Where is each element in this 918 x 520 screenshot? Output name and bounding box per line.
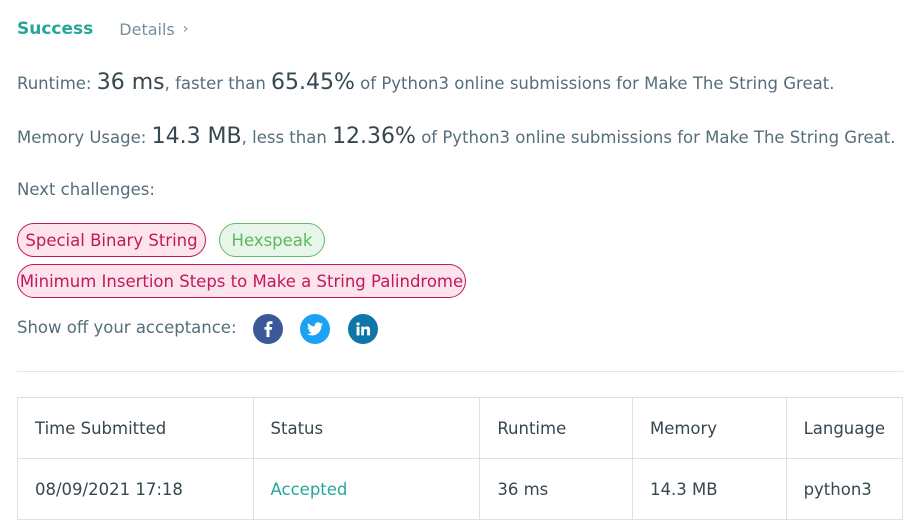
column-header-time-submitted[interactable]: Time Submitted <box>17 397 254 459</box>
column-header-language[interactable]: Language <box>785 397 904 459</box>
runtime-percentile: 65.45% <box>271 70 355 95</box>
challenge-tag-hexspeak[interactable]: Hexspeak <box>219 223 325 257</box>
facebook-share-button[interactable] <box>253 314 283 344</box>
twitter-share-button[interactable] <box>300 314 330 344</box>
twitter-icon <box>307 322 323 336</box>
section-divider <box>17 371 903 372</box>
table-header-row: Time Submitted Status Runtime Memory Lan… <box>17 397 904 459</box>
submissions-table: Time Submitted Status Runtime Memory Lan… <box>17 397 904 520</box>
linkedin-icon <box>356 322 370 336</box>
share-label: Show off your acceptance: <box>17 318 237 337</box>
memory-value: 14.3 MB <box>151 124 242 149</box>
chevron-right-icon: › <box>182 21 189 37</box>
memory-label: Memory Usage: <box>17 128 147 147</box>
memory-summary: Memory Usage: 14.3 MB, less than 12.36% … <box>17 124 895 149</box>
cell-memory: 14.3 MB <box>631 458 787 520</box>
table-row: 08/09/2021 17:18 Accepted 36 ms 14.3 MB … <box>17 458 904 520</box>
cell-runtime: 36 ms <box>479 458 633 520</box>
result-header: Success Details › <box>17 19 188 39</box>
column-header-status[interactable]: Status <box>252 397 481 459</box>
next-challenges-label: Next challenges: <box>17 180 155 199</box>
runtime-summary: Runtime: 36 ms, faster than 65.45% of Py… <box>17 70 834 95</box>
linkedin-share-button[interactable] <box>348 314 378 344</box>
cell-language: python3 <box>785 458 904 520</box>
details-label: Details <box>119 19 175 39</box>
memory-comparison-text: , less than <box>241 128 327 147</box>
cell-time-submitted: 08/09/2021 17:18 <box>17 458 254 520</box>
runtime-comparison-text: , faster than <box>164 74 266 93</box>
cell-status: Accepted <box>252 458 481 520</box>
runtime-suffix: of Python3 online submissions for Make T… <box>360 74 835 93</box>
memory-suffix: of Python3 online submissions for Make T… <box>421 128 896 147</box>
facebook-icon <box>264 321 273 337</box>
challenge-tag-special-binary-string[interactable]: Special Binary String <box>17 223 206 257</box>
submission-status-title: Success <box>17 19 94 39</box>
details-link[interactable]: Details › <box>119 20 188 39</box>
memory-percentile: 12.36% <box>332 124 416 149</box>
runtime-label: Runtime: <box>17 74 92 93</box>
column-header-runtime[interactable]: Runtime <box>479 397 633 459</box>
accepted-status-link[interactable]: Accepted <box>271 480 348 499</box>
runtime-value: 36 ms <box>96 70 165 95</box>
column-header-memory[interactable]: Memory <box>631 397 787 459</box>
challenge-tag-minimum-insertion-steps[interactable]: Minimum Insertion Steps to Make a String… <box>17 264 466 298</box>
